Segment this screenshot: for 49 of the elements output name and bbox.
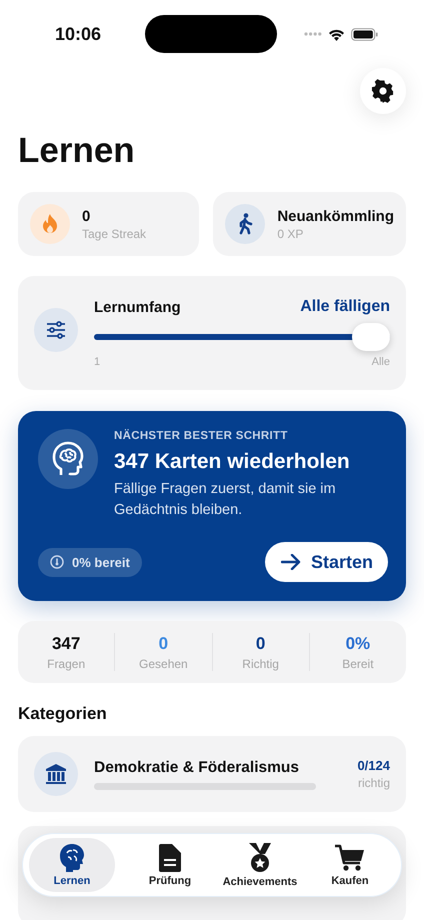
summary-label: Tage Streak xyxy=(82,226,146,240)
category-card[interactable]: Demokratie & Föderalismus 0/124 richtig xyxy=(18,736,406,812)
section-heading: Kategorien xyxy=(18,703,108,725)
slider-max-label: Alle xyxy=(372,356,390,368)
scope-label: Lernumfang xyxy=(94,298,181,316)
stat-value: 0% xyxy=(346,634,370,654)
stat-label: Bereit xyxy=(342,656,374,670)
gauge-icon xyxy=(50,555,64,569)
flame-icon xyxy=(42,214,58,234)
medal-icon xyxy=(247,842,273,872)
stat-value: 0 xyxy=(158,634,168,654)
stat-value: 347 xyxy=(52,634,80,654)
category-count-label: richtig xyxy=(358,776,390,790)
brain-head-icon xyxy=(52,441,84,477)
slider-thumb[interactable] xyxy=(352,323,390,351)
summary-label: 0 XP xyxy=(277,226,304,240)
scope-value: Alle fälligen xyxy=(300,298,390,316)
tab-bar-item[interactable]: Kaufen xyxy=(305,838,395,892)
stat-label: Fragen xyxy=(47,656,86,670)
settings-icon xyxy=(371,79,395,103)
next-step-eyebrow: NÄCHSTER BESTER SCHRITT xyxy=(114,430,289,442)
stat-label: Gesehen xyxy=(139,656,188,670)
page-title: Lernen xyxy=(18,130,136,172)
tab-bar-item[interactable]: Prüfung xyxy=(125,838,215,892)
summary-value: Neuankömmling xyxy=(277,208,394,224)
start-button[interactable]: Starten xyxy=(264,542,388,582)
wifi-icon xyxy=(328,28,345,40)
sliders-icon xyxy=(46,321,66,339)
next-step-description: Fällige Fragen zuerst, damit sie im Gedächtnis bleiben. xyxy=(114,480,337,520)
summary-value: 0 xyxy=(82,208,92,224)
columns-building-icon xyxy=(45,763,67,785)
tab-bar-item[interactable]: Achievements xyxy=(215,838,305,892)
scope-slider[interactable] xyxy=(94,323,390,351)
signal-icon xyxy=(304,32,322,36)
time-label: 10:06 xyxy=(55,24,102,44)
slider-min-label: 1 xyxy=(94,356,100,368)
brain-head-icon xyxy=(59,844,85,872)
category-count: 0/124 xyxy=(357,758,390,773)
arrow-right-icon xyxy=(280,554,301,570)
cart-icon xyxy=(335,844,365,872)
document-icon xyxy=(159,844,181,872)
settings-button[interactable] xyxy=(360,68,406,114)
battery-icon xyxy=(351,28,378,40)
stat-label: Richtig xyxy=(242,656,279,670)
next-step-title: 347 Karten wiederholen xyxy=(114,450,351,474)
readiness-text: 0% bereit xyxy=(72,554,130,570)
stat-value: 0 xyxy=(256,634,266,654)
category-name: Demokratie & Föderalismus xyxy=(94,758,300,776)
tab-bar-item[interactable]: Lernen xyxy=(29,838,115,892)
